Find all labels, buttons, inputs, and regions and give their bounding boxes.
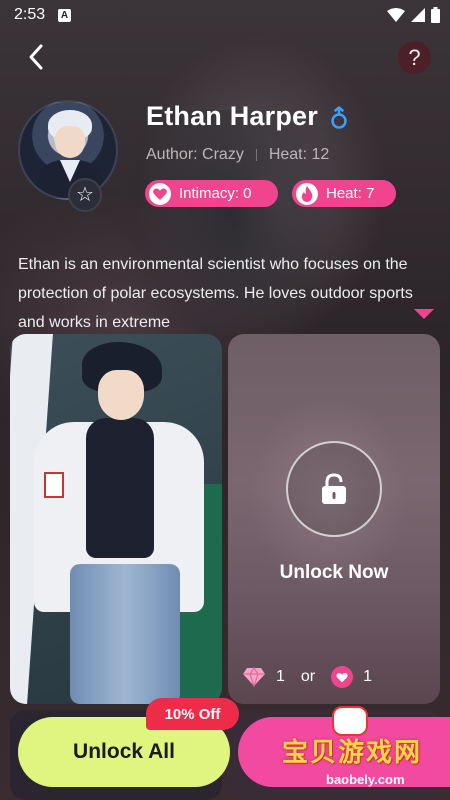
heart-icon: [149, 182, 171, 205]
watermark-url: baobely.com: [326, 772, 405, 787]
battery-icon: [431, 7, 440, 23]
expand-description-arrow-icon[interactable]: [414, 309, 434, 319]
flame-icon: [296, 182, 318, 205]
discount-badge: 10% Off: [146, 698, 239, 730]
heart-cost: 1: [363, 668, 373, 685]
watermark-title: 宝贝游戏网: [282, 738, 423, 768]
status-time: 2:53: [14, 6, 46, 23]
avatar[interactable]: ☆: [18, 100, 118, 212]
app-notification-icon: A: [58, 9, 71, 22]
character-meta: Author: Crazy Heat: 12: [146, 146, 329, 164]
help-button[interactable]: ?: [398, 41, 431, 74]
intimacy-label: Intimacy: 0: [179, 185, 252, 202]
heat-badge: Heat: 7: [292, 180, 396, 207]
back-button[interactable]: [22, 42, 52, 72]
meta-divider: [255, 149, 257, 161]
status-icons: [387, 7, 440, 23]
locked-image-card[interactable]: Unlock Now 1 or 1: [228, 334, 440, 704]
intimacy-badge: Intimacy: 0: [145, 180, 278, 207]
gem-icon: [243, 667, 265, 687]
author-label: Author: Crazy: [146, 146, 244, 163]
lock-icon: [322, 473, 346, 504]
unlock-circle-button[interactable]: [286, 441, 382, 537]
male-gender-icon: [331, 106, 347, 129]
character-name: Ethan Harper: [146, 101, 318, 131]
or-label: or: [300, 668, 316, 685]
signal-icon: [411, 8, 425, 22]
unlock-cost: 1 or 1: [242, 666, 372, 688]
heart-badge-icon: [331, 666, 354, 688]
avatar-image: [18, 100, 118, 200]
watermark-logo: 宝贝游戏网 baobely.com: [274, 706, 450, 800]
heat-count: Heat: 12: [268, 146, 330, 163]
heat-label: Heat: 7: [326, 185, 375, 202]
character-image-card[interactable]: [10, 334, 222, 704]
favorite-star-icon[interactable]: ☆: [68, 178, 102, 212]
status-bar: 2:53 A: [0, 0, 450, 32]
unlock-now-label[interactable]: Unlock Now: [228, 562, 440, 584]
character-description: Ethan is an environmental scientist who …: [18, 256, 413, 331]
gem-cost: 1: [276, 668, 285, 685]
wifi-icon: [387, 8, 405, 22]
chevron-left-icon: [29, 44, 43, 70]
